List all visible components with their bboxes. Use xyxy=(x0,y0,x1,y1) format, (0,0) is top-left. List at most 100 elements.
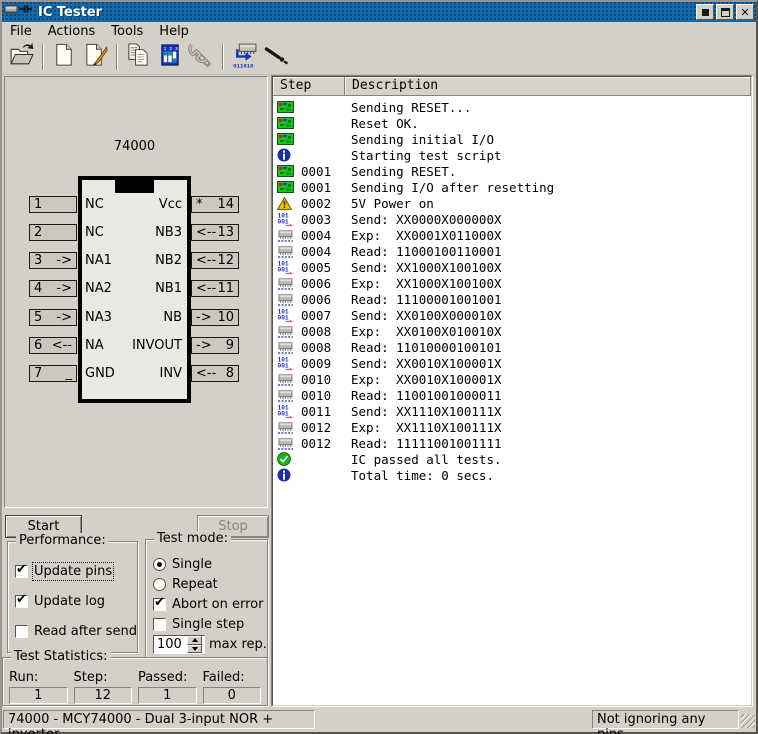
max-rep-spinbox[interactable] xyxy=(153,635,205,654)
new-button[interactable] xyxy=(48,42,80,73)
copy-button[interactable] xyxy=(122,42,154,73)
log-row[interactable]: 1010010011Send: XX1110X100111X xyxy=(273,403,751,419)
toolbar-separator xyxy=(42,44,44,70)
pin-number: 10 xyxy=(217,311,234,324)
maximize-button[interactable] xyxy=(716,4,734,20)
log-row[interactable]: 0008Exp: XX0100X010010X xyxy=(273,323,751,339)
send-bits-icon: 101001 xyxy=(277,404,301,418)
chip-name: 74000 xyxy=(78,139,191,154)
settings-button[interactable] xyxy=(186,42,218,73)
pin-14[interactable]: *14 xyxy=(191,196,239,213)
copy-icon xyxy=(125,42,151,72)
edit-button[interactable] xyxy=(80,42,112,73)
pin-number: 11 xyxy=(217,282,234,295)
log-row[interactable]: Reset OK. xyxy=(273,115,751,131)
log-row[interactable]: 0001Sending RESET. xyxy=(273,163,751,179)
dip-switch-icon: 1 2 3 xyxy=(157,42,183,72)
menu-actions[interactable]: Actions xyxy=(40,23,104,40)
log-step: 0004 xyxy=(301,244,345,259)
pin-label-na2: NA2 xyxy=(85,280,112,297)
open-button[interactable] xyxy=(6,42,38,73)
close-button[interactable]: ✕ xyxy=(736,4,754,20)
resize-grip-icon[interactable] xyxy=(741,714,755,728)
probe-button[interactable] xyxy=(260,42,292,73)
spin-down-button[interactable] xyxy=(187,645,202,654)
chip-read-icon xyxy=(277,293,301,306)
menu-tools[interactable]: Tools xyxy=(103,23,151,40)
pin-8[interactable]: <--8 xyxy=(191,365,239,382)
radio-single[interactable]: Single xyxy=(153,556,263,573)
checkbox-read-after-send[interactable]: Read after send xyxy=(15,623,137,640)
test-ic-button[interactable]: 011010 xyxy=(228,42,260,73)
log-description: Sending RESET. xyxy=(345,164,751,179)
pin-11[interactable]: <--11 xyxy=(191,280,239,297)
log-row[interactable]: 1010010005Send: XX1000X100100X xyxy=(273,259,751,275)
pin-4[interactable]: 4-> xyxy=(29,280,77,297)
checkbox-label: Read after send xyxy=(34,624,137,639)
pin-13[interactable]: <--13 xyxy=(191,224,239,241)
log-row[interactable]: Starting test script xyxy=(273,147,751,163)
log-row[interactable]: 0004Exp: XX0001X011000X xyxy=(273,227,751,243)
pin-5[interactable]: 5-> xyxy=(29,309,77,326)
max-rep-input[interactable] xyxy=(154,636,187,653)
menu-bar: FileActionsToolsHelp xyxy=(2,22,756,40)
log-row[interactable]: 0006Exp: XX1000X100100X xyxy=(273,275,751,291)
pin-2[interactable]: 2 xyxy=(29,224,77,241)
svg-text:1 2 3: 1 2 3 xyxy=(164,46,179,52)
log-step: 0005 xyxy=(301,260,345,275)
log-row[interactable]: 1010010003Send: XX0000X000000X xyxy=(273,211,751,227)
checkbox-update-log[interactable]: ✔Update log xyxy=(15,593,137,610)
spin-up-button[interactable] xyxy=(187,636,202,645)
log-row[interactable]: 1010010009Send: XX0010X100001X xyxy=(273,355,751,371)
log-table-frame: Step Description Sending RESET...Reset O… xyxy=(271,75,753,707)
pin-3[interactable]: 3-> xyxy=(29,252,77,269)
column-header-step[interactable]: Step xyxy=(273,77,345,96)
log-row[interactable]: 0004Read: 11000100110001 xyxy=(273,243,751,259)
radio-repeat[interactable]: Repeat xyxy=(153,576,263,593)
arrow-up-icon xyxy=(192,638,198,642)
checkbox-abort-on-error[interactable]: ✔Abort on error xyxy=(153,596,263,613)
log-row[interactable]: 0010Read: 11001001000011 xyxy=(273,387,751,403)
checkbox-single-step[interactable]: Single step xyxy=(153,616,263,633)
pin-10[interactable]: ->10 xyxy=(191,309,239,326)
column-header-description[interactable]: Description xyxy=(345,77,751,96)
log-description: Sending I/O after resetting xyxy=(345,180,751,195)
pin-1[interactable]: 1 xyxy=(29,196,77,213)
log-step: 0009 xyxy=(301,356,345,371)
pin-12[interactable]: <--12 xyxy=(191,252,239,269)
log-row[interactable]: 0008Read: 11010000100101 xyxy=(273,339,751,355)
log-row[interactable]: Total time: 0 secs. xyxy=(273,467,751,483)
log-row[interactable]: 1010010007Send: XX0100X000010X xyxy=(273,307,751,323)
minimize-button[interactable] xyxy=(696,4,714,20)
pin-6[interactable]: 6<-- xyxy=(29,337,77,354)
log-description: Read: 11100001001001 xyxy=(345,292,751,307)
log-row[interactable]: Sending RESET... xyxy=(273,99,751,115)
radio-dot-icon xyxy=(157,562,162,567)
pin-label-inv: INV xyxy=(160,365,182,382)
log-row[interactable]: 00025V Power on xyxy=(273,195,751,211)
title-bar[interactable]: IC Tester ✕ xyxy=(2,2,756,22)
dip-switch-button[interactable]: 1 2 3 xyxy=(154,42,186,73)
log-row[interactable]: 0010Exp: XX0010X100001X xyxy=(273,371,751,387)
checkbox-update-pins[interactable]: ✔Update pins xyxy=(15,563,137,580)
log-row[interactable]: 0001Sending I/O after resetting xyxy=(273,179,751,195)
pin-7[interactable]: 7_ xyxy=(29,365,77,382)
log-row[interactable]: IC passed all tests. xyxy=(273,451,751,467)
pin-direction: <-- xyxy=(196,282,217,295)
ic-tester-window: IC Tester ✕ FileActionsToolsHelp 1 2 3 01… xyxy=(0,0,758,734)
pin-label-nc: NC xyxy=(85,196,104,213)
checkbox-icon: ✔ xyxy=(15,595,28,608)
log-description: Read: 11010000100101 xyxy=(345,340,751,355)
pin-number: 5 xyxy=(34,311,42,324)
pin-9[interactable]: ->9 xyxy=(191,337,239,354)
chip-read-icon xyxy=(277,421,301,434)
pin-label-nb2: NB2 xyxy=(155,252,182,269)
menu-help[interactable]: Help xyxy=(151,23,197,40)
log-row[interactable]: 0012Exp: XX1110X100111X xyxy=(273,419,751,435)
log-row[interactable]: Sending initial I/O xyxy=(273,131,751,147)
log-row[interactable]: 0006Read: 11100001001001 xyxy=(273,291,751,307)
log-description: Total time: 0 secs. xyxy=(345,468,751,483)
log-row[interactable]: 0012Read: 11111001001111 xyxy=(273,435,751,451)
radio-icon xyxy=(153,578,166,591)
menu-file[interactable]: File xyxy=(2,23,40,40)
